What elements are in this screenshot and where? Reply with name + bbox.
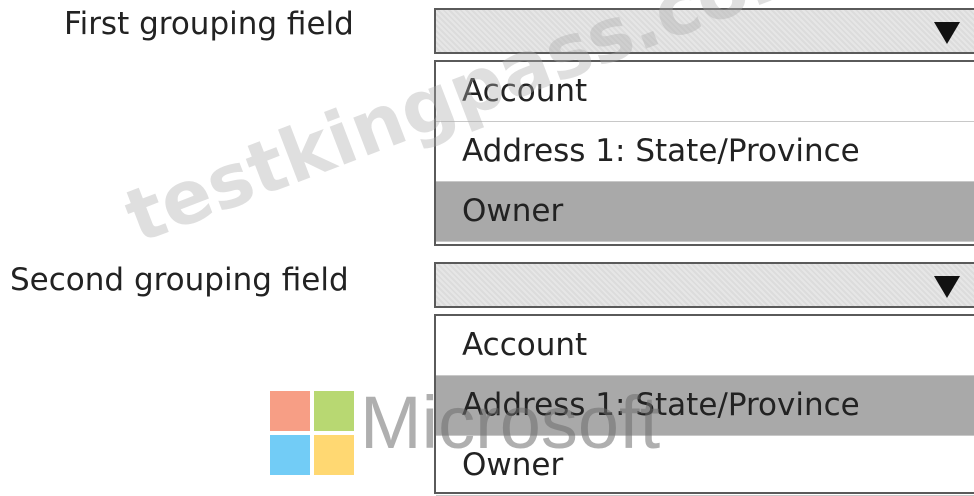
option-account[interactable]: Account bbox=[436, 62, 974, 122]
second-grouping-dropdown[interactable] bbox=[434, 262, 974, 308]
option-owner[interactable]: Owner bbox=[436, 436, 974, 496]
option-owner[interactable]: Owner bbox=[436, 182, 974, 242]
logo-yellow-square bbox=[314, 435, 354, 475]
second-grouping-options: Account Address 1: State/Province Owner bbox=[434, 314, 974, 496]
second-grouping-label: Second grouping field bbox=[10, 262, 349, 298]
microsoft-logo-icon bbox=[270, 391, 354, 475]
first-grouping-label: First grouping field bbox=[64, 6, 354, 42]
logo-blue-square bbox=[270, 435, 310, 475]
first-grouping-dropdown[interactable] bbox=[434, 8, 974, 54]
logo-green-square bbox=[314, 391, 354, 431]
logo-red-square bbox=[270, 391, 310, 431]
option-address-state[interactable]: Address 1: State/Province bbox=[436, 376, 974, 436]
chevron-down-icon[interactable] bbox=[934, 22, 960, 44]
option-account[interactable]: Account bbox=[436, 316, 974, 376]
chevron-down-icon[interactable] bbox=[934, 276, 960, 298]
option-address-state[interactable]: Address 1: State/Province bbox=[436, 122, 974, 182]
first-grouping-options: Account Address 1: State/Province Owner bbox=[434, 60, 974, 246]
